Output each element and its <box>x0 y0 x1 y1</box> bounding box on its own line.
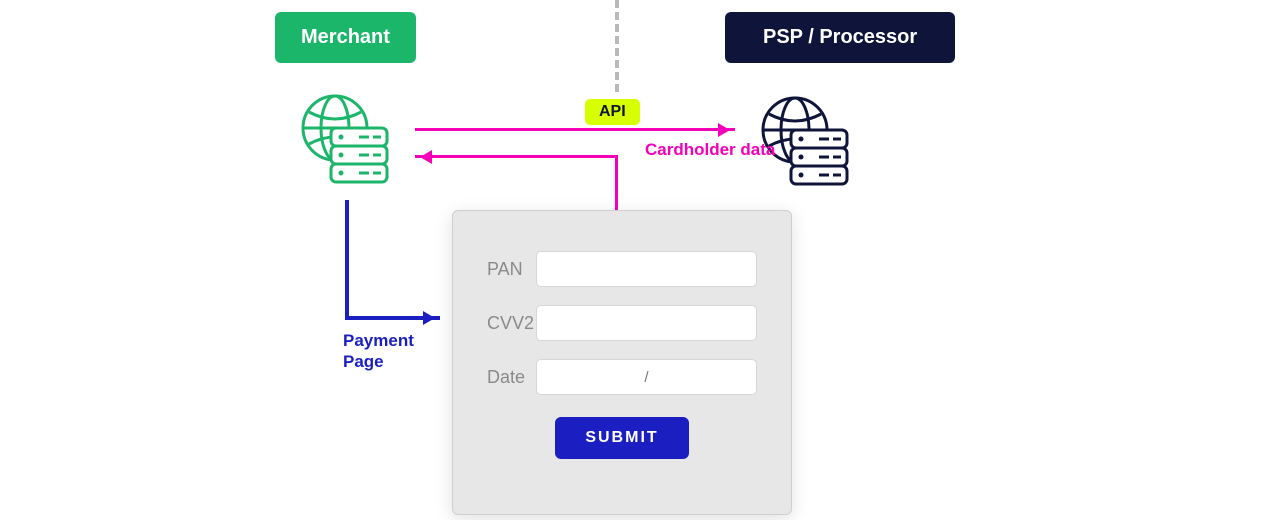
api-label: API <box>585 99 640 125</box>
merchant-server-icon <box>295 88 395 188</box>
api-flow-arrow <box>415 128 735 131</box>
merchant-node: Merchant <box>275 12 416 63</box>
cardholder-data-label: Cardholder data <box>645 140 775 160</box>
scope-divider <box>615 0 619 92</box>
pan-label: PAN <box>487 259 536 280</box>
cvv2-label: CVV2 <box>487 313 536 334</box>
payment-form: PAN CVV2 Date SUBMIT <box>452 210 792 515</box>
payment-page-label: PaymentPage <box>343 330 414 373</box>
date-input[interactable] <box>536 359 757 395</box>
payment-page-arrow <box>345 200 455 320</box>
submit-button[interactable]: SUBMIT <box>555 417 688 459</box>
date-label: Date <box>487 367 536 388</box>
pan-input[interactable] <box>536 251 757 287</box>
psp-node: PSP / Processor <box>725 12 955 63</box>
cvv2-input[interactable] <box>536 305 757 341</box>
